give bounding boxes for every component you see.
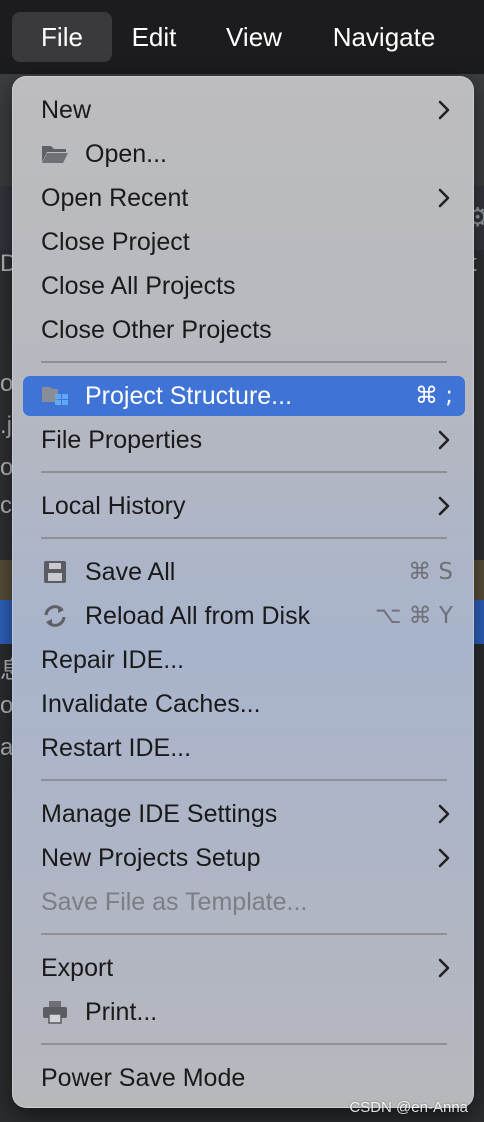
menu-item-label: Invalidate Caches...	[41, 690, 261, 718]
menu-item-label: Reload All from Disk	[85, 602, 311, 630]
menu-item-label: File Properties	[41, 426, 203, 454]
menu-item-label: New	[41, 96, 92, 124]
menu-item-new[interactable]: New	[23, 90, 465, 130]
menu-separator	[41, 933, 447, 935]
menu-item-label: Open...	[85, 140, 167, 168]
menu-separator	[41, 537, 447, 539]
menu-item-label: Manage IDE Settings	[41, 800, 278, 828]
project-structure-icon	[42, 387, 68, 405]
menu-item-label: Close Other Projects	[41, 316, 272, 344]
menu-item-label: Restart IDE...	[41, 734, 192, 762]
chevron-right-icon	[438, 100, 450, 120]
menu-item-open[interactable]: Open...	[23, 134, 465, 174]
menu-item-label: Open Recent	[41, 184, 189, 212]
reload-icon	[44, 605, 66, 627]
save-icon	[44, 561, 66, 583]
chevron-right-icon	[438, 848, 450, 868]
menu-item-save-file-as-template: Save File as Template...	[23, 882, 465, 922]
bg-text-fragment: .j	[0, 412, 12, 439]
menu-item-repair-ide[interactable]: Repair IDE...	[23, 640, 465, 680]
menu-item-label: New Projects Setup	[41, 844, 261, 872]
menu-item-label: Export	[41, 954, 114, 982]
menu-item-label: Power Save Mode	[41, 1064, 246, 1092]
menu-item-label: Repair IDE...	[41, 646, 185, 674]
menu-item-close-other-projects[interactable]: Close Other Projects	[23, 310, 465, 350]
menu-item-shortcut: ⌘ S	[408, 559, 453, 585]
menu-item-label: Save All	[85, 558, 176, 586]
chevron-right-icon	[438, 430, 450, 450]
menu-item-file-properties[interactable]: File Properties	[23, 420, 465, 460]
menu-item-label: Save File as Template...	[41, 888, 308, 916]
menu-item-export[interactable]: Export	[23, 948, 465, 988]
menu-item-reload-all-from-disk[interactable]: Reload All from Disk ⌥ ⌘ Y	[23, 596, 465, 636]
menu-item-shortcut: ⌥ ⌘ Y	[374, 603, 453, 629]
file-menu: New Open... Open Recent Close Project Cl…	[12, 76, 474, 1108]
menu-item-power-save-mode[interactable]: Power Save Mode	[23, 1058, 465, 1098]
menu-separator	[41, 779, 447, 781]
menu-separator	[41, 1043, 447, 1045]
chevron-right-icon	[438, 958, 450, 978]
chevron-right-icon	[438, 188, 450, 208]
menu-item-label: Close Project	[41, 228, 190, 256]
bg-text-fragment: c	[0, 492, 12, 519]
menubar-view[interactable]: View	[212, 12, 296, 62]
menu-item-label: Project Structure...	[85, 382, 293, 410]
menu-separator	[41, 471, 447, 473]
menu-item-shortcut: ⌘ ;	[414, 383, 453, 409]
menu-item-manage-ide-settings[interactable]: Manage IDE Settings	[23, 794, 465, 834]
menubar-edit[interactable]: Edit	[120, 12, 188, 62]
watermark: CSDN @en-Anna	[349, 1099, 468, 1116]
menubar-navigate[interactable]: Navigate	[320, 12, 448, 62]
print-icon	[43, 1001, 67, 1024]
chevron-right-icon	[438, 496, 450, 516]
menu-item-invalidate-caches[interactable]: Invalidate Caches...	[23, 684, 465, 724]
menu-item-label: Close All Projects	[41, 272, 236, 300]
folder-open-icon	[42, 146, 68, 163]
menu-item-label: Local History	[41, 492, 186, 520]
menu-item-close-all-projects[interactable]: Close All Projects	[23, 266, 465, 306]
menu-item-open-recent[interactable]: Open Recent	[23, 178, 465, 218]
menubar: File Edit View Navigate	[0, 0, 484, 74]
menu-item-label: Print...	[85, 998, 158, 1026]
menu-item-save-all[interactable]: Save All ⌘ S	[23, 552, 465, 592]
menu-separator	[41, 361, 447, 363]
menubar-file[interactable]: File	[12, 12, 112, 62]
menu-item-project-structure[interactable]: Project Structure... ⌘ ;	[23, 376, 465, 416]
chevron-right-icon	[438, 804, 450, 824]
menu-item-print[interactable]: Print...	[23, 992, 465, 1032]
menu-item-local-history[interactable]: Local History	[23, 486, 465, 526]
menu-item-restart-ide[interactable]: Restart IDE...	[23, 728, 465, 768]
menu-item-close-project[interactable]: Close Project	[23, 222, 465, 262]
menu-item-new-projects-setup[interactable]: New Projects Setup	[23, 838, 465, 878]
